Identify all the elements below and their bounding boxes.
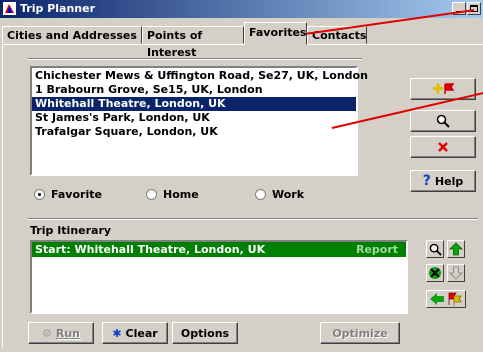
arrow-up-icon xyxy=(449,242,463,256)
move-up-button[interactable] xyxy=(447,240,465,258)
arrow-down-icon xyxy=(449,266,463,280)
route-flags-icon xyxy=(430,292,462,306)
tab-bar: Cities and Addresses Points of Interest … xyxy=(0,22,483,59)
list-item[interactable]: 1 Brabourn Grove, Se15, UK, London xyxy=(32,83,356,97)
radio-button[interactable] xyxy=(255,189,266,200)
radio-favorite[interactable]: Favorite xyxy=(34,188,102,201)
zoom-stop-button[interactable] xyxy=(426,240,444,258)
magnifier-icon xyxy=(429,243,442,256)
tab-cities-addresses[interactable]: Cities and Addresses xyxy=(2,26,142,44)
list-item[interactable]: Trafalgar Square, London, UK xyxy=(32,125,356,139)
itinerary-label: Trip Itinerary xyxy=(30,224,112,237)
itinerary-list[interactable]: Start: Whitehall Theatre, London, UK Rep… xyxy=(30,240,408,314)
help-button[interactable]: ? Help xyxy=(410,170,476,192)
tab-points-of-interest[interactable]: Points of Interest xyxy=(142,26,244,59)
run-icon: ⚙ xyxy=(41,326,52,340)
maximize-button[interactable] xyxy=(467,2,481,15)
options-button[interactable]: Options xyxy=(172,322,238,344)
radio-home[interactable]: Home xyxy=(146,188,199,201)
remove-stop-icon xyxy=(429,267,441,279)
report-link[interactable]: Report xyxy=(356,242,398,257)
radio-button[interactable] xyxy=(34,189,45,200)
app-icon xyxy=(3,2,16,15)
go-to-destination-button[interactable] xyxy=(426,290,466,308)
radio-button[interactable] xyxy=(146,189,157,200)
zoom-to-button[interactable] xyxy=(410,110,476,132)
favorites-list[interactable]: Chichester Mews & Uffington Road, Se27, … xyxy=(30,66,368,176)
delete-x-icon xyxy=(438,142,448,152)
divider xyxy=(28,58,362,60)
divider xyxy=(28,218,478,220)
run-button[interactable]: ⚙ Run xyxy=(28,322,94,344)
window-title: Trip Planner xyxy=(20,2,95,15)
optimize-button[interactable]: Optimize xyxy=(320,322,400,344)
help-icon: ? xyxy=(422,173,431,189)
move-down-button[interactable] xyxy=(447,264,465,282)
remove-stop-button[interactable] xyxy=(426,264,444,282)
add-favorite-icon xyxy=(433,83,455,94)
delete-button[interactable] xyxy=(410,136,476,158)
tab-favorites[interactable]: Favorites xyxy=(244,22,307,45)
clear-icon: ✱ xyxy=(112,326,122,340)
magnifier-icon xyxy=(436,114,450,128)
list-item[interactable]: Chichester Mews & Uffington Road, Se27, … xyxy=(32,69,368,83)
list-item-selected[interactable]: Whitehall Theatre, London, UK xyxy=(32,97,356,111)
itinerary-row[interactable]: Start: Whitehall Theatre, London, UK Rep… xyxy=(32,242,406,257)
list-item[interactable]: St James's Park, London, UK xyxy=(32,111,356,125)
radio-work[interactable]: Work xyxy=(255,188,304,201)
title-bar[interactable]: Trip Planner xyxy=(0,0,483,18)
clear-button[interactable]: ✱ Clear xyxy=(102,322,168,344)
